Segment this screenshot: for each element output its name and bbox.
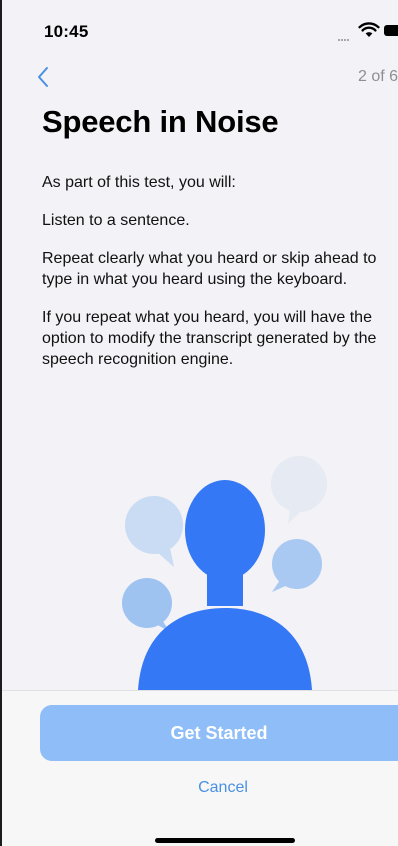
speech-bubble-upper-left-icon	[125, 496, 183, 567]
bottom-action-area: Get Started Cancel	[2, 690, 398, 846]
step-text: If you repeat what you heard, you will h…	[42, 309, 377, 368]
intro-text: As part of this test, you will:	[42, 174, 236, 191]
home-indicator[interactable]	[155, 838, 295, 843]
page-title: Speech in Noise	[42, 104, 279, 139]
get-started-button[interactable]: Get Started	[40, 705, 398, 761]
instructions: As part of this test, you will: Listen t…	[42, 172, 398, 387]
status-bar: 10:45	[2, 0, 398, 56]
wifi-icon	[358, 22, 380, 37]
cancel-button[interactable]: Cancel	[2, 779, 398, 797]
step-text: Listen to a sentence.	[42, 212, 190, 229]
status-time: 10:45	[44, 22, 89, 41]
battery-icon	[384, 25, 398, 36]
nav-bar: 2 of 6	[2, 58, 398, 92]
speech-bubble-top-right-icon	[271, 456, 327, 524]
speech-illustration	[122, 456, 327, 690]
step-counter: 2 of 6	[357, 68, 398, 85]
speech-bubble-lower-left-icon	[122, 578, 172, 632]
step-text: Repeat clearly what you heard or skip ah…	[42, 250, 377, 288]
speech-bubble-right-icon	[272, 539, 322, 592]
phone-screen: 10:45 2 of 6 Speech in Noise As part of …	[0, 0, 398, 846]
signal-dots-icon	[338, 28, 352, 41]
back-chevron-icon[interactable]	[32, 64, 60, 90]
